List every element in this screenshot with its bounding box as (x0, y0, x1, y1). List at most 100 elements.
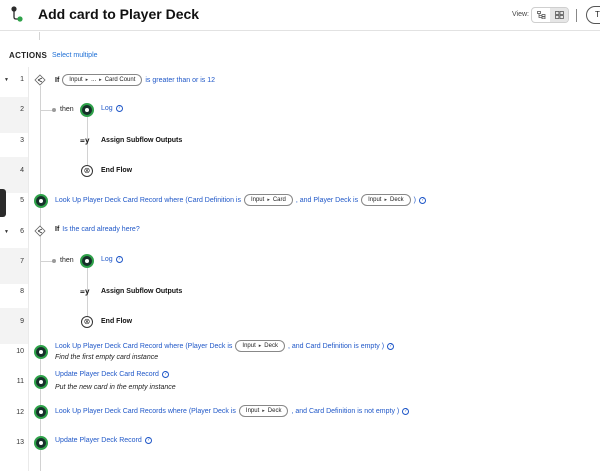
branch-dot (52, 108, 56, 112)
action-label: , and Card Definition is empty ) (287, 342, 385, 350)
action-row[interactable]: Update Player Deck Record ? (55, 437, 152, 444)
end-flow-icon: ⊗ (81, 316, 93, 328)
gutter-band (0, 248, 28, 284)
end-flow-icon: ⊗ (81, 165, 93, 177)
action-icon (80, 103, 94, 117)
flow-connector (40, 86, 41, 196)
help-icon[interactable]: ? (419, 196, 426, 204)
pill-part: Input (250, 197, 265, 203)
action-note: Put the new card in the empty instance (55, 384, 176, 391)
pill-separator-icon: ▸ (384, 197, 387, 203)
action-row[interactable]: Look Up Player Deck Card Record where (P… (55, 340, 395, 352)
pill-part: Card (272, 197, 286, 203)
condition-text: Is the card already here? (62, 226, 140, 233)
action-icon (80, 254, 94, 268)
row-number: 10 (16, 348, 24, 355)
pill-separator-icon: ▸ (85, 77, 89, 83)
view-label: View: (512, 11, 529, 18)
action-icon (34, 194, 48, 208)
assign-icon: =y (80, 287, 90, 296)
help-icon[interactable]: ? (115, 105, 123, 112)
pill-part: Input (69, 77, 83, 83)
action-icon (34, 345, 48, 359)
row-number: 2 (20, 106, 24, 113)
data-pill[interactable]: Input ▸ Deck (235, 340, 285, 352)
if-condition-row[interactable]: If Input ▸ ... ▸ Card Count is greater tha… (55, 74, 215, 86)
row-number: 11 (16, 378, 24, 385)
data-pill[interactable]: Input ▸ ... ▸ Card Count (62, 74, 143, 86)
action-label[interactable]: End Flow (101, 318, 132, 325)
data-pill[interactable]: Input ▸ Card (243, 194, 293, 206)
row-number: 1 (20, 76, 24, 83)
gutter-band (0, 97, 28, 133)
action-icon (34, 436, 48, 450)
action-row[interactable]: Look Up Player Deck Card Record where (C… (55, 194, 426, 206)
action-row[interactable]: Log ? (101, 256, 123, 263)
gutter-band (0, 308, 28, 344)
flow-header: Add card to Player Deck View: T (0, 0, 600, 31)
action-label: , and Card Definition is not empty ) (291, 407, 400, 415)
flow-connector (39, 32, 40, 40)
row-number: 9 (20, 318, 24, 325)
page-title: Add card to Player Deck (38, 6, 200, 22)
action-label: Log (101, 256, 113, 263)
pill-part: ... (91, 77, 97, 83)
action-label: Log (101, 105, 113, 112)
view-toggle[interactable] (531, 7, 569, 23)
row-number: 5 (20, 197, 24, 204)
branch-dot (52, 259, 56, 263)
header-divider (576, 9, 577, 22)
tree-view-button[interactable] (532, 8, 550, 22)
if-condition-row[interactable]: If Is the card already here? (55, 226, 140, 233)
tree-view-icon (536, 11, 545, 19)
pill-separator-icon: ▸ (258, 343, 262, 349)
if-keyword: If (55, 76, 60, 84)
gutter-band (0, 157, 28, 193)
action-label: Look Up Player Deck Card Record where (C… (55, 196, 241, 204)
pill-part: Deck (267, 408, 282, 414)
pill-separator-icon: ▸ (262, 408, 265, 414)
then-label: then (60, 257, 74, 264)
action-row[interactable]: Update Player Deck Card Record ? (55, 371, 169, 378)
row-number: 7 (20, 258, 24, 265)
pill-part: Deck (264, 343, 278, 349)
row-number: 3 (20, 137, 24, 144)
row-number: 8 (20, 288, 24, 295)
help-icon[interactable]: ? (161, 371, 169, 378)
header-action-button[interactable]: T (586, 6, 600, 24)
data-pill[interactable]: Input ▸ Deck (361, 194, 411, 206)
decision-icon (34, 225, 46, 237)
action-icon (34, 405, 48, 419)
action-row[interactable]: Look Up Player Deck Card Records where (… (55, 405, 410, 417)
select-multiple-link[interactable]: Select multiple (52, 52, 98, 59)
pill-separator-icon: ▸ (267, 197, 270, 203)
pill-part: Deck (389, 197, 404, 203)
pill-separator-icon: ▸ (99, 77, 102, 83)
then-label: then (60, 106, 74, 113)
action-label[interactable]: Assign Subflow Outputs (101, 137, 182, 144)
pill-part: Input (242, 343, 256, 349)
grid-view-icon (554, 11, 564, 19)
flow-icon (11, 6, 23, 22)
pill-part: Input (368, 197, 382, 203)
row-number: 12 (16, 409, 24, 416)
help-icon[interactable]: ? (402, 407, 410, 415)
action-row[interactable]: Log ? (101, 105, 123, 112)
row-number: 6 (20, 228, 24, 235)
action-label: Look Up Player Deck Card Record where (P… (55, 342, 233, 350)
assign-icon: =y (80, 136, 90, 145)
help-icon[interactable]: ? (387, 342, 395, 350)
help-icon[interactable]: ? (144, 437, 152, 444)
data-pill[interactable]: Input ▸ Deck (238, 405, 289, 417)
row-number: 4 (20, 167, 24, 174)
decision-icon (34, 74, 46, 86)
grid-view-button[interactable] (550, 8, 568, 22)
pill-part: Input (245, 408, 260, 414)
action-label[interactable]: Assign Subflow Outputs (101, 288, 182, 295)
action-label: Update Player Deck Record (55, 437, 142, 444)
condition-text: is greater than or is 12 (145, 76, 216, 84)
pill-part: Card Count (104, 77, 136, 83)
action-label[interactable]: End Flow (101, 167, 132, 174)
help-icon[interactable]: ? (115, 256, 123, 263)
action-note: Find the first empty card instance (55, 354, 159, 361)
